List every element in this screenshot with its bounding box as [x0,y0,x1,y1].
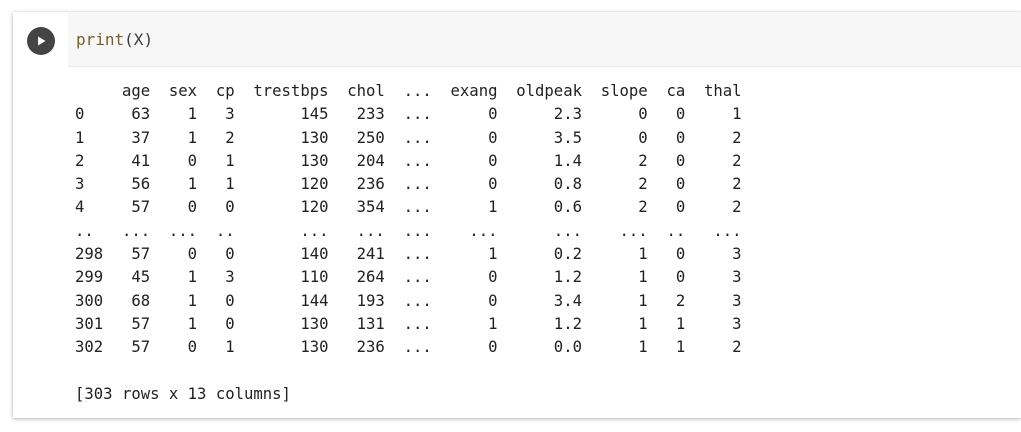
cell-input-row: print (X) [13,12,1021,67]
dataframe-shape-summary: [303 rows x 13 columns] [75,384,291,403]
play-icon [38,36,46,46]
code-cell[interactable]: print (X) age sex cp trestbps chol ... ex… [13,12,1021,418]
dataframe-ellipsis-row: .. ... ... .. ... ... ... ... ... ... ..… [75,221,742,240]
code-editor[interactable]: print (X) [68,12,1021,67]
dataframe-row: 1 37 1 2 130 250 ... 0 3.5 0 0 2 [75,128,742,147]
dataframe-row: 3 56 1 1 120 236 ... 0 0.8 2 0 2 [75,175,742,194]
dataframe-row: 299 45 1 3 110 264 ... 0 1.2 1 0 3 [75,268,742,287]
dataframe-row: 301 57 1 0 130 131 ... 1 1.2 1 1 3 [75,314,742,333]
dataframe-row: 0 63 1 3 145 233 ... 0 2.3 0 0 1 [75,105,742,124]
dataframe-row: 2 41 0 1 130 204 ... 0 1.4 2 0 2 [75,151,742,170]
cell-gutter [13,12,68,67]
dataframe-row: 298 57 0 0 140 241 ... 1 0.2 1 0 3 [75,245,742,264]
code-function-name: print [76,29,125,49]
code-arguments: (X) [124,29,154,49]
dataframe-row: 4 57 0 0 120 354 ... 1 0.6 2 0 2 [75,198,742,217]
dataframe-header-row: age sex cp trestbps chol ... exang oldpe… [75,82,742,100]
run-cell-button[interactable] [27,27,55,55]
dataframe-row: 302 57 0 1 130 236 ... 0 0.0 1 1 2 [75,338,742,357]
cell-output: age sex cp trestbps chol ... exang oldpe… [75,80,742,406]
dataframe-row: 300 68 1 0 144 193 ... 0 3.4 1 2 3 [75,291,742,310]
